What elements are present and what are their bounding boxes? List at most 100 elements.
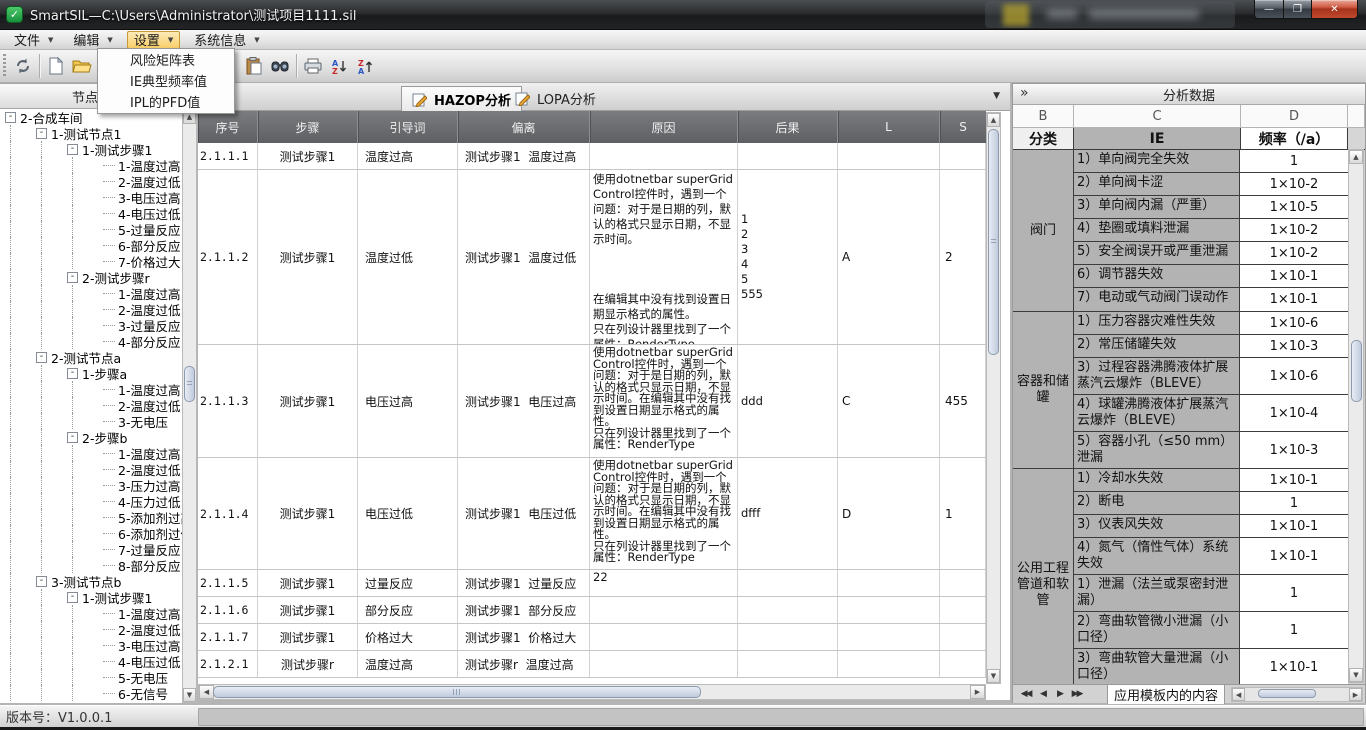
menu-system-info[interactable]: 系统信息▼ [188,31,265,49]
ie-frequency-cell: 1×10-1 [1240,469,1348,491]
panel-horizontal-scrollbar[interactable]: ◀ ▶ [1231,687,1363,702]
table-row[interactable]: 2.1.1.1测试步骤1温度过高测试步骤1 温度过高 [198,143,986,170]
ie-row[interactable]: 1）冷却水失效1×10-1 [1074,469,1348,492]
collapse-panel-icon[interactable]: » [1020,85,1029,101]
tab-hazop[interactable]: HAZOP分析 [401,86,522,111]
ie-row[interactable]: 3）仪表风失效1×10-1 [1074,515,1348,538]
table-row[interactable]: 2.1.1.6测试步骤1部分反应测试步骤1 部分反应 [198,597,986,624]
scroll-down-icon[interactable]: ▼ [1349,668,1363,682]
column-header[interactable]: S [940,111,986,143]
panel-vertical-scrollbar[interactable]: ▲ ▼ [1348,149,1364,683]
menu-settings[interactable]: 设置▼ [127,31,180,49]
ie-row[interactable]: 1）单向阀完全失效1 [1074,150,1348,173]
scroll-down-icon[interactable]: ▼ [987,669,1000,683]
collapse-node-icon[interactable]: - [67,432,78,443]
ie-row[interactable]: 4）球罐沸腾液体扩展蒸汽云爆炸（BLEVE）1×10-4 [1074,395,1348,432]
paste-icon[interactable] [241,53,267,79]
column-header[interactable]: 后果 [738,111,838,143]
previous-page-icon[interactable]: ◀ [1034,689,1051,699]
column-header[interactable]: L [838,111,940,143]
tree-connector [103,469,115,470]
ie-row[interactable]: 4）垫圈或填料泄漏1×10-2 [1074,219,1348,242]
menu-edit[interactable]: 编辑▼ [67,31,118,49]
grid-horizontal-scrollbar[interactable]: ◀ ▶ [198,684,986,700]
column-header[interactable]: 偏离 [458,111,590,143]
table-row[interactable]: 2.1.2.1测试步骤r温度过高测试步骤r 温度过高 [198,651,986,678]
tree-guide-line [72,605,93,621]
ie-row[interactable]: 2）单向阀卡涩1×10-2 [1074,173,1348,196]
ie-row[interactable]: 2）断电1 [1074,492,1348,515]
collapse-node-icon[interactable]: - [36,128,47,139]
column-header[interactable]: 序号 [198,111,258,143]
tree-connector [103,213,115,214]
menu-item-risk-matrix[interactable]: 风险矩阵表 [98,51,234,72]
ie-row[interactable]: 1）压力容器灾难性失效1×10-6 [1074,312,1348,335]
menu-file[interactable]: 文件▼ [8,31,59,49]
next-page-icon[interactable]: ▶ [1051,689,1068,699]
ie-row[interactable]: 3）单向阀内漏（严重）1×10-5 [1074,196,1348,219]
scroll-up-icon[interactable]: ▲ [1349,150,1363,164]
scrollbar-thumb[interactable] [213,686,701,698]
column-letter[interactable]: D [1241,105,1348,128]
sort-descending-icon[interactable]: ZA [352,53,378,79]
menu-item-ie-frequency[interactable]: IE典型频率值 [98,72,234,93]
ie-row[interactable]: 1）泄漏（法兰或泵密封泄漏）1 [1074,575,1348,612]
ie-row[interactable]: 5）安全阀误开或严重泄漏1×10-2 [1074,242,1348,265]
first-page-icon[interactable]: ◀◀ [1017,689,1034,699]
table-row[interactable]: 2.1.1.5测试步骤1过量反应测试步骤1 过量反应22 [198,570,986,597]
sort-ascending-icon[interactable]: AZ [326,53,352,79]
tree-scrollbar[interactable]: ▲ ▼ [182,109,197,703]
grid-vertical-scrollbar[interactable]: ▲ ▼ [986,112,1001,684]
print-icon[interactable] [300,53,326,79]
new-document-icon[interactable] [43,53,69,79]
scroll-left-icon[interactable]: ◀ [199,685,214,699]
table-row[interactable]: 2.1.1.7测试步骤1价格过大测试步骤1 价格过大 [198,624,986,651]
ie-row[interactable]: 5）容器小孔（≤50 mm）泄漏1×10-3 [1074,432,1348,468]
column-letter[interactable]: B [1013,105,1074,128]
ie-row[interactable]: 7）电动或气动阀门误动作1×10-1 [1074,288,1348,311]
collapse-node-icon[interactable]: - [67,144,78,155]
column-letter[interactable]: C [1074,105,1241,128]
ie-row[interactable]: 3）过程容器沸腾液体扩展蒸汽云爆炸（BLEVE）1×10-6 [1074,358,1348,395]
scroll-up-icon[interactable]: ▲ [987,113,1000,127]
collapse-node-icon[interactable]: - [67,368,78,379]
table-row[interactable]: 2.1.1.4测试步骤1电压过低测试步骤1 电压过低使用dotnetbar su… [198,458,986,570]
scrollbar-thumb[interactable] [988,129,999,355]
collapse-node-icon[interactable]: - [5,112,16,123]
column-header[interactable]: 引导词 [358,111,458,143]
table-row[interactable]: 2.1.1.3测试步骤1电压过高测试步骤1 电压过高使用dotnetbar su… [198,345,986,458]
scroll-down-icon[interactable]: ▼ [183,688,196,702]
scrollbar-thumb[interactable] [184,366,195,402]
cell-guideword: 部分反应 [358,597,458,623]
column-header[interactable]: 步骤 [258,111,358,143]
menu-item-ipl-pfd[interactable]: IPL的PFD值 [98,93,234,114]
last-page-icon[interactable]: ▶▶ [1068,689,1085,699]
scrollbar-thumb[interactable] [1351,340,1362,402]
collapse-node-icon[interactable]: - [67,272,78,283]
find-icon[interactable] [267,53,293,79]
scrollbar-thumb[interactable] [1258,689,1316,698]
scroll-left-icon[interactable]: ◀ [1232,688,1245,701]
scroll-right-icon[interactable]: ▶ [970,685,985,699]
tab-lopa[interactable]: LOPA分析 [505,86,606,111]
ie-frequency-cell: 1×10-6 [1240,358,1348,394]
table-row[interactable]: 2.1.1.2测试步骤1温度过低测试步骤1 温度过低使用dotnetbar su… [198,170,986,345]
sheet-tab[interactable]: 应用模板内的内容 [1107,685,1225,704]
ie-row[interactable]: 4）氮气（惰性气体）系统失效1×10-1 [1074,538,1348,575]
ie-row[interactable]: 6）调节器失效1×10-1 [1074,265,1348,288]
collapse-node-icon[interactable]: - [36,352,47,363]
ie-row[interactable]: 2）弯曲软管微小泄漏（小口径）1 [1074,612,1348,649]
tree-item[interactable]: 6-无信号 [0,685,182,701]
collapse-node-icon[interactable]: - [67,592,78,603]
refresh-icon[interactable] [10,53,36,79]
scroll-right-icon[interactable]: ▶ [1349,688,1362,701]
collapse-node-icon[interactable]: - [36,576,47,587]
restore-button[interactable]: ❐ [1284,0,1312,19]
tab-list-dropdown-icon[interactable]: ▼ [993,91,1000,101]
open-folder-icon[interactable] [69,53,95,79]
ie-row[interactable]: 2）常压储罐失效1×10-3 [1074,335,1348,358]
column-header[interactable]: 原因 [590,111,738,143]
ie-row[interactable]: 3）弯曲软管大量泄漏（小口径）1×10-1 [1074,649,1348,684]
minimize-button[interactable]: — [1254,0,1284,19]
close-button[interactable]: ✕ [1312,0,1358,19]
